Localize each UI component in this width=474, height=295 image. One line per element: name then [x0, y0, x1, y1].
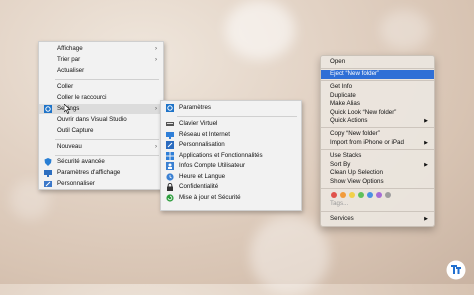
- menu-item-services[interactable]: Services ▶: [321, 215, 434, 224]
- submenu-item-infos-compte[interactable]: Infos Compte Utilisateur: [161, 161, 301, 172]
- menu-separator: [177, 116, 297, 117]
- keyboard-icon: [166, 122, 174, 126]
- menu-item-eject[interactable]: Eject “New folder”: [321, 70, 434, 79]
- menu-separator: [321, 188, 434, 189]
- settings-submenu: Paramètres Clavier Virtuel Réseau et Int…: [160, 100, 302, 211]
- paint-icon: [166, 141, 174, 149]
- menu-item-open[interactable]: Open: [321, 58, 434, 67]
- tag-color-dot[interactable]: [358, 192, 364, 198]
- menu-item-coller[interactable]: Coller: [39, 82, 163, 92]
- menu-separator: [321, 149, 434, 150]
- menu-item-sort-by[interactable]: Sort By ▶: [321, 161, 434, 170]
- submenu-item-reseau[interactable]: Réseau et Internet: [161, 130, 301, 141]
- menu-item-trier-par[interactable]: Trier par ›: [39, 55, 163, 65]
- menu-item-make-alias[interactable]: Make Alias: [321, 100, 434, 109]
- submenu-item-applications[interactable]: Applications et Fonctionnalités: [161, 151, 301, 162]
- menu-item-coller-raccourci[interactable]: Coller le raccourci: [39, 93, 163, 103]
- menu-separator: [321, 80, 434, 81]
- submenu-item-heure-langue[interactable]: Heure et Langue: [161, 172, 301, 183]
- tag-color-dot[interactable]: [340, 192, 346, 198]
- submenu-item-personnalisation[interactable]: Personnalisation: [161, 140, 301, 151]
- clock-icon: [166, 172, 174, 181]
- background-bokeh: [250, 215, 330, 295]
- settings-gear-icon: [166, 104, 174, 112]
- chevron-right-icon: ›: [155, 106, 157, 112]
- menu-item-quick-look[interactable]: Quick Look “New folder”: [321, 109, 434, 118]
- tag-color-dot[interactable]: [349, 192, 355, 198]
- submenu-item-clavier-virtuel[interactable]: Clavier Virtuel: [161, 119, 301, 130]
- menu-item-outil-capture[interactable]: Outil Capture: [39, 126, 163, 136]
- menu-item-actualiser[interactable]: Actualiser: [39, 66, 163, 76]
- menu-item-import-iphone[interactable]: Import from iPhone or iPad ▶: [321, 139, 434, 148]
- menu-separator: [321, 211, 434, 212]
- menu-item-personnaliser[interactable]: Personnaliser: [39, 179, 163, 189]
- chevron-right-icon: ›: [155, 46, 157, 52]
- menu-item-copy[interactable]: Copy “New folder”: [321, 130, 434, 139]
- chevron-right-icon: ▶: [424, 161, 428, 168]
- menu-item-tags[interactable]: Tags...: [321, 200, 434, 209]
- menu-item-quick-actions[interactable]: Quick Actions ▶: [321, 117, 434, 126]
- menu-separator: [55, 155, 159, 156]
- mouse-cursor-icon: [64, 104, 71, 114]
- menu-item-settings[interactable]: Settings›: [39, 104, 163, 114]
- update-icon: [166, 193, 174, 202]
- windows-desktop-context-menu: Affichage › Trier par › Actualiser Coller …: [38, 41, 164, 190]
- submenu-item-confidentialite[interactable]: Confidentialité: [161, 182, 301, 193]
- tag-color-dot[interactable]: [385, 192, 391, 198]
- menu-item-affichage[interactable]: Affichage ›: [39, 44, 163, 54]
- menu-separator: [55, 139, 159, 140]
- menu-item-securite-avancee[interactable]: Sécurité avancée: [39, 157, 163, 167]
- menu-item-show-view-options[interactable]: Show View Options: [321, 178, 434, 187]
- watermark-logo: [446, 260, 466, 280]
- mac-finder-context-menu: Open Eject “New folder” Get Info Duplica…: [320, 55, 435, 227]
- chevron-right-icon: ▶: [424, 139, 428, 146]
- background-bokeh: [225, 0, 295, 60]
- chevron-right-icon: ›: [155, 144, 157, 150]
- settings-gear-icon: [44, 105, 52, 113]
- menu-item-visual-studio[interactable]: Ouvrir dans Visual Studio: [39, 115, 163, 125]
- submenu-item-parametres[interactable]: Paramètres: [161, 103, 301, 114]
- submenu-item-mise-a-jour[interactable]: Mise à jour et Sécurité: [161, 193, 301, 204]
- menu-item-parametres-affichage[interactable]: Paramètres d'affichage: [39, 168, 163, 178]
- chevron-right-icon: ▶: [424, 216, 428, 222]
- chevron-right-icon: ▶: [424, 118, 428, 124]
- menu-item-nouveau[interactable]: Nouveau ›: [39, 142, 163, 152]
- tag-color-dot[interactable]: [367, 192, 373, 198]
- menu-item-use-stacks[interactable]: Use Stacks: [321, 152, 434, 161]
- menu-separator: [55, 79, 159, 80]
- menu-item-duplicate[interactable]: Duplicate: [321, 92, 434, 101]
- tag-color-dot[interactable]: [331, 192, 337, 198]
- menu-item-get-info[interactable]: Get Info: [321, 83, 434, 92]
- display-icon: [44, 170, 52, 177]
- menu-separator: [321, 127, 434, 128]
- personalize-icon: [44, 181, 52, 187]
- chevron-right-icon: ›: [155, 57, 157, 63]
- lock-icon: [167, 183, 173, 191]
- user-icon: [166, 162, 174, 170]
- apps-icon: [166, 151, 174, 160]
- network-icon: [166, 131, 174, 139]
- background-bokeh: [380, 10, 430, 50]
- tag-color-dot[interactable]: [376, 192, 382, 198]
- shield-icon: [44, 158, 52, 166]
- menu-separator: [321, 68, 434, 69]
- menu-item-clean-up[interactable]: Clean Up Selection: [321, 169, 434, 178]
